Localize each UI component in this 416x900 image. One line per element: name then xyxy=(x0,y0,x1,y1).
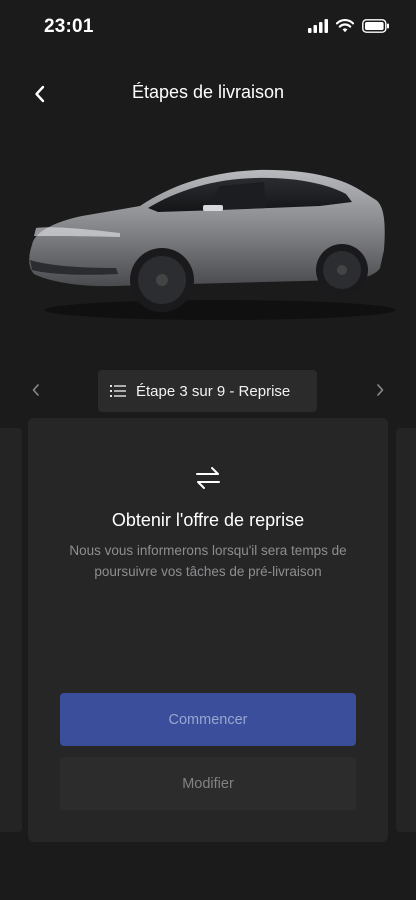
start-button[interactable]: Commencer xyxy=(60,693,356,746)
next-step-button[interactable] xyxy=(368,378,392,402)
previous-step-card[interactable] xyxy=(0,428,22,832)
battery-icon xyxy=(362,19,389,33)
status-icons xyxy=(308,19,390,33)
step-label: Étape 3 sur 9 - Reprise xyxy=(136,382,291,400)
next-step-card[interactable] xyxy=(396,428,416,832)
signal-icon xyxy=(308,19,328,33)
step-selector[interactable]: Étape 3 sur 9 - Reprise xyxy=(98,370,317,412)
step-navigator: Étape 3 sur 9 - Reprise xyxy=(0,368,416,414)
wifi-icon xyxy=(336,19,354,33)
step-card: Obtenir l'offre de reprise Nous vous inf… xyxy=(28,418,388,842)
chevron-left-icon xyxy=(32,384,39,396)
nav-bar: Étapes de livraison xyxy=(0,70,416,116)
chevron-right-icon xyxy=(377,384,384,396)
status-bar: 23:01 xyxy=(0,0,416,54)
status-time: 23:01 xyxy=(44,16,94,37)
card-description: Nous vous informerons lorsqu'il sera tem… xyxy=(69,543,347,579)
modify-button[interactable]: Modifier xyxy=(60,757,356,810)
previous-step-button[interactable] xyxy=(24,378,48,402)
card-title: Obtenir l'offre de reprise xyxy=(111,510,305,530)
list-icon xyxy=(110,385,126,397)
page-title: Étapes de livraison xyxy=(131,82,285,102)
swap-arrows-icon xyxy=(196,467,220,489)
car-image xyxy=(29,169,395,320)
